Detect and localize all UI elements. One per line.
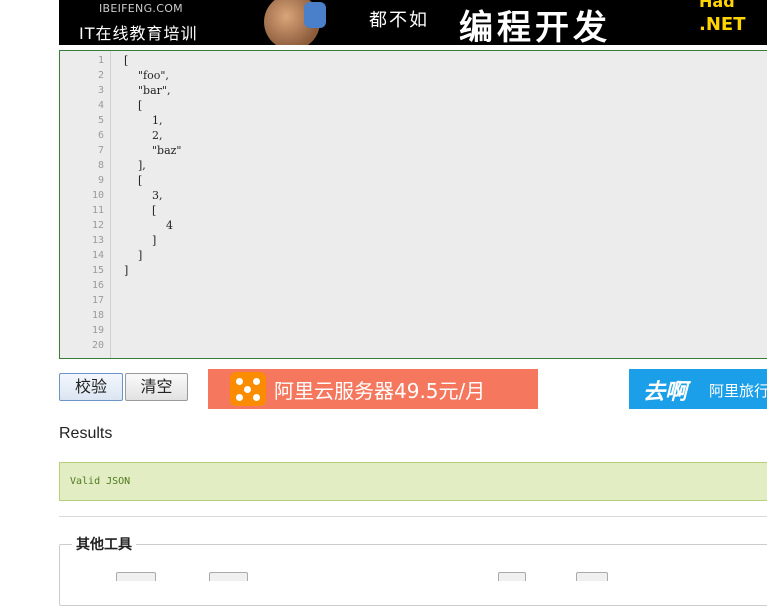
line-number: 17 xyxy=(91,295,104,306)
qunar-brand: 去啊 xyxy=(643,379,688,405)
code-line[interactable]: [ xyxy=(124,99,142,112)
aliyun-ad[interactable]: 阿里云服务器49.5元/月 xyxy=(208,369,538,409)
line-number: 18 xyxy=(91,310,104,321)
json-editor[interactable]: 1 2 3 4 5 6 7 8 9 10 11 12 13 14 15 16 17 18 19 20 [ "foo",… xyxy=(59,50,767,359)
validate-button[interactable]: 校验 xyxy=(59,373,123,401)
code-line[interactable]: "bar", xyxy=(124,84,170,97)
line-number: 3 xyxy=(97,85,104,96)
banner-brand-top: Had xyxy=(699,0,735,11)
line-number: 13 xyxy=(91,235,104,246)
results-heading: Results xyxy=(59,425,113,442)
other-tools-section xyxy=(59,544,767,606)
code-line[interactable]: [ xyxy=(124,54,128,67)
code-line[interactable]: "baz" xyxy=(124,144,182,157)
line-number: 8 xyxy=(97,160,104,171)
code-line[interactable]: ] xyxy=(124,249,142,262)
divider xyxy=(59,516,767,517)
result-box: Valid JSON xyxy=(59,462,767,501)
line-number: 14 xyxy=(91,250,104,261)
aliyun-logo-icon xyxy=(230,372,266,406)
line-number: 15 xyxy=(91,265,104,276)
line-number: 9 xyxy=(97,175,104,186)
banner-brand-net: .NET xyxy=(699,14,746,35)
code-line[interactable]: ], xyxy=(124,159,146,172)
line-number: 4 xyxy=(97,100,104,111)
code-line[interactable]: [ xyxy=(124,174,142,187)
code-line[interactable]: [ xyxy=(124,204,156,217)
code-line[interactable]: 2, xyxy=(124,129,163,142)
banner-site: IBEIFENG.COM xyxy=(99,2,183,15)
banner-scrawl: 都不如 xyxy=(369,10,429,31)
banner-tagline: IT在线教育培训 xyxy=(79,24,198,43)
code-line[interactable]: "foo", xyxy=(124,69,169,82)
other-tools-legend: 其他工具 xyxy=(72,534,136,554)
line-gutter: 1 2 3 4 5 6 7 8 9 10 11 12 13 14 15 16 17 18 19 20 xyxy=(60,51,111,358)
qunar-ad[interactable]: 去啊 阿里旅行 xyxy=(629,369,767,409)
code-line[interactable]: 1, xyxy=(124,114,163,127)
line-number: 5 xyxy=(97,115,104,126)
line-number: 10 xyxy=(91,190,104,201)
line-number: 2 xyxy=(97,70,104,81)
line-number: 16 xyxy=(91,280,104,291)
line-number: 6 xyxy=(97,130,104,141)
qunar-ad-text: 阿里旅行 xyxy=(709,382,767,400)
clear-button[interactable]: 清空 xyxy=(125,373,188,401)
code-line[interactable]: 4 xyxy=(124,219,173,232)
line-number: 19 xyxy=(91,325,104,336)
aliyun-ad-text: 阿里云服务器49.5元/月 xyxy=(274,379,486,403)
banner-hand-image xyxy=(304,2,326,28)
line-number: 1 xyxy=(97,55,104,66)
code-line[interactable]: ] xyxy=(124,234,156,247)
code-line[interactable]: ] xyxy=(124,264,128,277)
line-number: 12 xyxy=(91,220,104,231)
line-number: 20 xyxy=(91,340,104,351)
line-number: 11 xyxy=(91,205,104,216)
top-banner-ad[interactable]: IBEIFENG.COM IT在线教育培训 都不如 编程开发 Had .NET xyxy=(59,0,767,45)
banner-headline: 编程开发 xyxy=(459,8,611,45)
result-message: Valid JSON xyxy=(70,476,131,487)
line-number: 7 xyxy=(97,145,104,156)
code-line[interactable]: 3, xyxy=(124,189,163,202)
